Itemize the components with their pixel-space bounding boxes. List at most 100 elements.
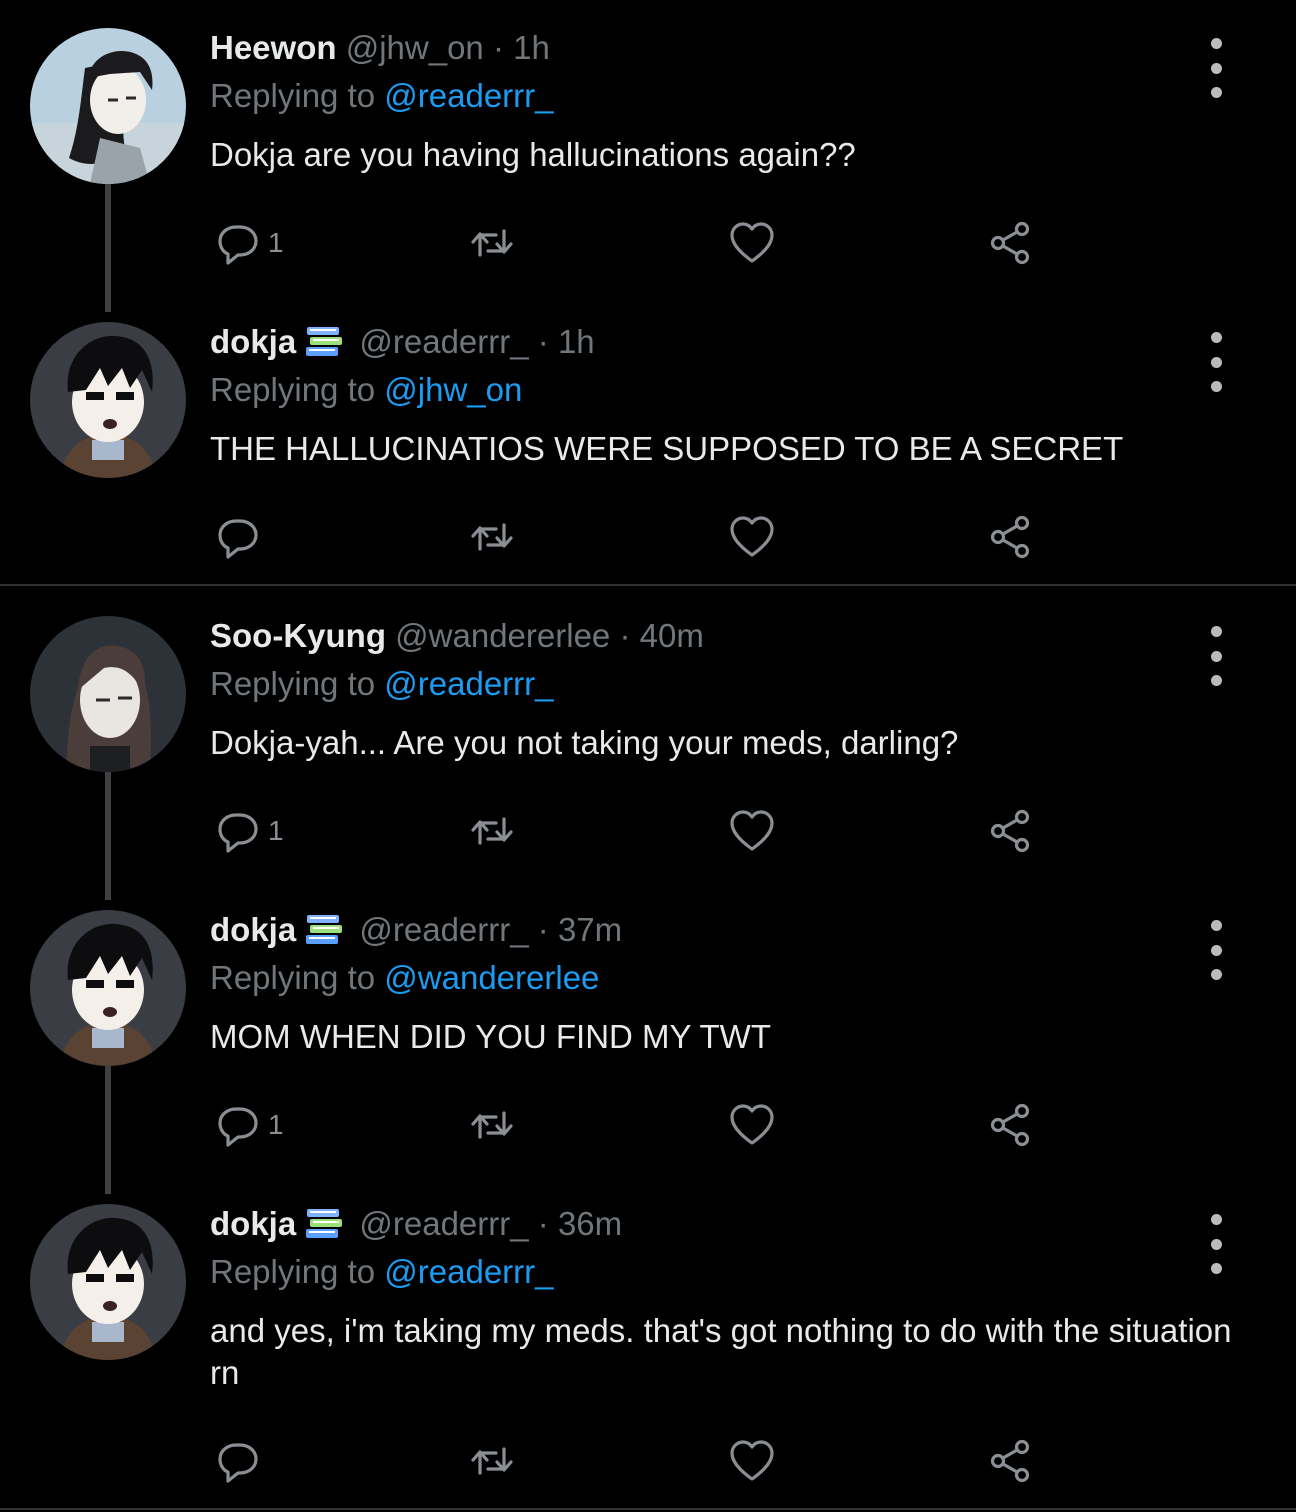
reply-count: 1 <box>268 227 284 258</box>
tweet-text: MOM WHEN DID YOU FIND MY TWT <box>210 1018 771 1055</box>
separator-dot: · <box>492 29 504 66</box>
share-button[interactable] <box>986 512 1034 562</box>
timestamp[interactable]: 40m <box>640 617 704 654</box>
thread-line <box>105 184 111 312</box>
handle[interactable]: @readerrr_ <box>359 1205 528 1242</box>
handle[interactable]: @jhw_on <box>346 29 484 66</box>
bottom-divider <box>0 1508 1296 1510</box>
reply-button[interactable]: 1 <box>214 218 284 268</box>
retweet-icon <box>468 219 516 267</box>
retweet-button[interactable] <box>468 1100 516 1150</box>
reply-icon <box>214 1437 262 1485</box>
like-button[interactable] <box>728 512 776 562</box>
mention-link[interactable]: @readerrr_ <box>384 1253 553 1290</box>
timestamp[interactable]: 37m <box>558 911 622 948</box>
replying-to: Replying to @readerrr_ <box>210 76 1236 116</box>
reply-button[interactable]: 1 <box>214 1100 284 1150</box>
retweet-button[interactable] <box>468 1436 516 1486</box>
tweet-actions: 1 <box>210 218 1050 268</box>
share-icon <box>986 219 1034 267</box>
share-button[interactable] <box>986 218 1034 268</box>
like-button[interactable] <box>728 806 776 856</box>
reply-count: 1 <box>268 1109 284 1140</box>
share-icon <box>986 513 1034 561</box>
share-icon <box>986 1437 1034 1485</box>
retweet-button[interactable] <box>468 806 516 856</box>
reply-icon <box>214 1101 262 1149</box>
tweet-header: dokja @readerrr_ · 1h <box>210 322 1236 362</box>
more-icon[interactable] <box>1194 1214 1238 1274</box>
mention-link[interactable]: @jhw_on <box>384 371 522 408</box>
tweet-actions: 1 <box>210 1100 1050 1150</box>
tweet-actions <box>210 1436 1050 1486</box>
retweet-icon <box>468 513 516 561</box>
tweet-text: Dokja-yah... Are you not taking your med… <box>210 724 959 761</box>
share-button[interactable] <box>986 806 1034 856</box>
separator-dot: · <box>537 323 549 360</box>
like-button[interactable] <box>728 1100 776 1150</box>
reply-count: 1 <box>268 815 284 846</box>
tweet-actions <box>210 512 1050 562</box>
replying-to: Replying to @jhw_on <box>210 370 1236 410</box>
avatar[interactable] <box>30 616 186 772</box>
separator-dot: · <box>537 911 549 948</box>
thread-line <box>105 1066 111 1194</box>
timestamp[interactable]: 1h <box>558 323 595 360</box>
handle[interactable]: @wandererlee <box>395 617 610 654</box>
tweet-text: THE HALLUCINATIOS WERE SUPPOSED TO BE A … <box>210 430 1124 467</box>
like-button[interactable] <box>728 218 776 268</box>
reply-button[interactable] <box>214 512 268 562</box>
tweet-header: dokja @readerrr_ · 37m <box>210 910 1236 950</box>
more-icon[interactable] <box>1194 626 1238 686</box>
tweet-header: Heewon @jhw_on · 1h <box>210 28 1236 68</box>
reply-button[interactable]: 1 <box>214 806 284 856</box>
display-name[interactable]: Heewon <box>210 29 337 66</box>
avatar[interactable] <box>30 322 186 478</box>
more-icon[interactable] <box>1194 38 1238 98</box>
tweet-header: Soo-Kyung @wandererlee · 40m <box>210 616 1236 656</box>
like-icon <box>728 1101 776 1149</box>
more-icon[interactable] <box>1194 920 1238 980</box>
share-button[interactable] <box>986 1436 1034 1486</box>
display-name[interactable]: dokja <box>210 911 296 948</box>
avatar[interactable] <box>30 1204 186 1360</box>
replying-to: Replying to @readerrr_ <box>210 664 1236 704</box>
handle[interactable]: @readerrr_ <box>359 911 528 948</box>
replying-prefix: Replying to <box>210 959 376 996</box>
replying-to: Replying to @readerrr_ <box>210 1252 1236 1292</box>
display-name[interactable]: dokja <box>210 1205 296 1242</box>
replying-prefix: Replying to <box>210 77 376 114</box>
timestamp[interactable]: 1h <box>513 29 550 66</box>
retweet-button[interactable] <box>468 512 516 562</box>
reply-button[interactable] <box>214 1436 268 1486</box>
avatar[interactable] <box>30 910 186 1066</box>
like-icon <box>728 807 776 855</box>
like-button[interactable] <box>728 1436 776 1486</box>
books-emoji <box>304 325 344 359</box>
thread-line <box>105 772 111 900</box>
tweet-actions: 1 <box>210 806 1050 856</box>
mention-link[interactable]: @readerrr_ <box>384 77 553 114</box>
tweet-header: dokja @readerrr_ · 36m <box>210 1204 1236 1244</box>
avatar[interactable] <box>30 28 186 184</box>
mention-link[interactable]: @wandererlee <box>384 959 599 996</box>
retweet-button[interactable] <box>468 218 516 268</box>
share-button[interactable] <box>986 1100 1034 1150</box>
like-icon <box>728 219 776 267</box>
mention-link[interactable]: @readerrr_ <box>384 665 553 702</box>
retweet-icon <box>468 1101 516 1149</box>
books-emoji <box>304 1207 344 1241</box>
like-icon <box>728 1437 776 1485</box>
display-name[interactable]: dokja <box>210 323 296 360</box>
replying-prefix: Replying to <box>210 371 376 408</box>
retweet-icon <box>468 1437 516 1485</box>
timestamp[interactable]: 36m <box>558 1205 622 1242</box>
share-icon <box>986 1101 1034 1149</box>
books-emoji <box>304 913 344 947</box>
separator-dot: · <box>537 1205 549 1242</box>
display-name[interactable]: Soo-Kyung <box>210 617 386 654</box>
more-icon[interactable] <box>1194 332 1238 392</box>
reply-icon <box>214 513 262 561</box>
handle[interactable]: @readerrr_ <box>359 323 528 360</box>
replying-prefix: Replying to <box>210 665 376 702</box>
